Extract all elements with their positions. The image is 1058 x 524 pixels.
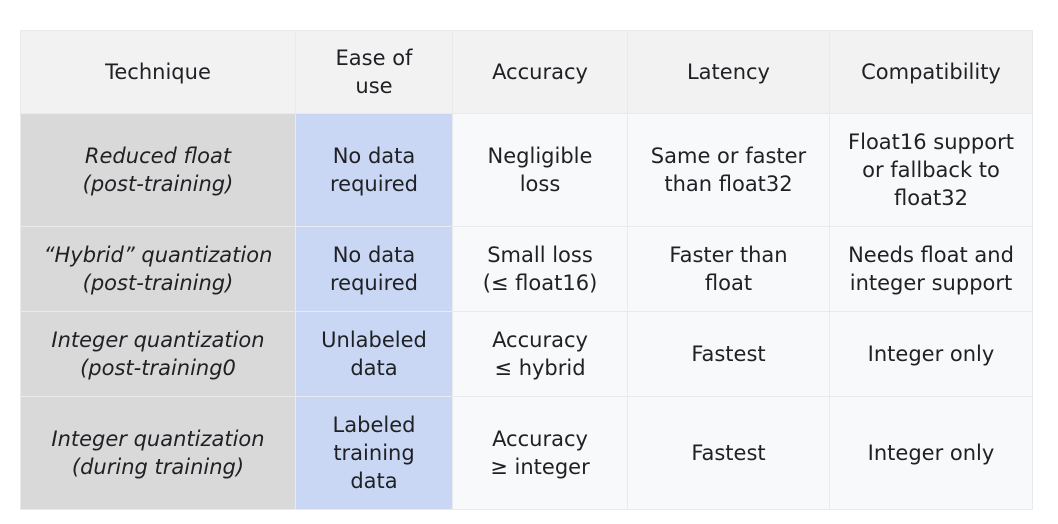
header-ease-line-2: use xyxy=(355,74,393,98)
cell-line: (post-training) xyxy=(82,172,234,196)
cell-line: No data xyxy=(332,144,416,168)
header-ease-of-use: Ease of use xyxy=(295,30,453,114)
header-technique-line: Technique xyxy=(105,60,211,84)
header-accuracy: Accuracy xyxy=(452,30,628,114)
header-compatibility-line: Compatibility xyxy=(861,60,1001,84)
cell-line: training xyxy=(333,441,415,465)
cell-line: Float16 support xyxy=(848,130,1014,154)
cell-line: No data xyxy=(332,243,416,267)
technique-cell: Integer quantization (during training) xyxy=(20,396,296,510)
cell-line: ≤ hybrid xyxy=(494,356,586,380)
technique-cell: “Hybrid” quantization (post-training) xyxy=(20,226,296,312)
technique-cell: Integer quantization (post-training0 xyxy=(20,311,296,397)
cell-line: data xyxy=(350,469,398,493)
accuracy-cell: Accuracy ≤ hybrid xyxy=(452,311,628,397)
cell-line: data xyxy=(350,356,398,380)
cell-line: Negligible xyxy=(487,144,593,168)
cell-line: Fastest xyxy=(691,342,766,366)
latency-cell: Fastest xyxy=(627,396,830,510)
cell-line: required xyxy=(330,271,418,295)
cell-line: (post-training0 xyxy=(80,356,236,380)
cell-line: Integer quantization xyxy=(51,328,265,352)
latency-cell: Faster than float xyxy=(627,226,830,312)
cell-line: ≥ integer xyxy=(490,455,590,479)
header-latency: Latency xyxy=(627,30,830,114)
table-row: Integer quantization (post-training0 Unl… xyxy=(20,311,1033,397)
table-row: Integer quantization (during training) L… xyxy=(20,396,1033,510)
comparison-table: Technique Ease of use Accuracy Latency C… xyxy=(20,30,1033,510)
cell-line: than float32 xyxy=(664,172,793,196)
cell-line: Accuracy xyxy=(492,328,588,352)
cell-line: Small loss xyxy=(487,243,593,267)
cell-line: Reduced float xyxy=(84,144,232,168)
header-latency-line: Latency xyxy=(686,60,770,84)
compatibility-cell: Integer only xyxy=(829,311,1033,397)
cell-line: or fallback to xyxy=(862,158,1000,182)
ease-of-use-cell: No data required xyxy=(295,113,453,227)
cell-line: Integer only xyxy=(867,342,995,366)
cell-line: float xyxy=(704,271,753,295)
cell-line: (during training) xyxy=(71,455,245,479)
cell-line: Unlabeled xyxy=(321,328,427,352)
cell-line: (≤ float16) xyxy=(482,271,598,295)
cell-line: Accuracy xyxy=(492,427,588,451)
ease-of-use-cell: No data required xyxy=(295,226,453,312)
cell-line: Same or faster xyxy=(650,144,807,168)
cell-line: “Hybrid” quantization xyxy=(43,243,273,267)
compatibility-cell: Float16 support or fallback to float32 xyxy=(829,113,1033,227)
header-row: Technique Ease of use Accuracy Latency C… xyxy=(20,30,1033,114)
technique-cell: Reduced float (post-training) xyxy=(20,113,296,227)
header-compatibility: Compatibility xyxy=(829,30,1033,114)
header-ease-line-1: Ease of xyxy=(335,46,413,70)
compatibility-cell: Integer only xyxy=(829,396,1033,510)
compatibility-cell: Needs float and integer support xyxy=(829,226,1033,312)
cell-line: Needs float and xyxy=(848,243,1014,267)
table-row: “Hybrid” quantization (post-training) No… xyxy=(20,226,1033,312)
ease-of-use-cell: Unlabeled data xyxy=(295,311,453,397)
cell-line: (post-training) xyxy=(82,271,234,295)
cell-line: Faster than xyxy=(669,243,788,267)
header-technique: Technique xyxy=(20,30,296,114)
accuracy-cell: Small loss (≤ float16) xyxy=(452,226,628,312)
ease-of-use-cell: Labeled training data xyxy=(295,396,453,510)
cell-line: integer support xyxy=(849,271,1013,295)
cell-line: float32 xyxy=(894,186,968,210)
header-accuracy-line: Accuracy xyxy=(492,60,588,84)
cell-line: Labeled xyxy=(332,413,416,437)
cell-line: Integer only xyxy=(867,441,995,465)
cell-line: Fastest xyxy=(691,441,766,465)
cell-line: Integer quantization xyxy=(51,427,265,451)
cell-line: required xyxy=(330,172,418,196)
latency-cell: Same or faster than float32 xyxy=(627,113,830,227)
cell-line: loss xyxy=(519,172,561,196)
accuracy-cell: Accuracy ≥ integer xyxy=(452,396,628,510)
latency-cell: Fastest xyxy=(627,311,830,397)
table-row: Reduced float (post-training) No data re… xyxy=(20,113,1033,227)
accuracy-cell: Negligible loss xyxy=(452,113,628,227)
